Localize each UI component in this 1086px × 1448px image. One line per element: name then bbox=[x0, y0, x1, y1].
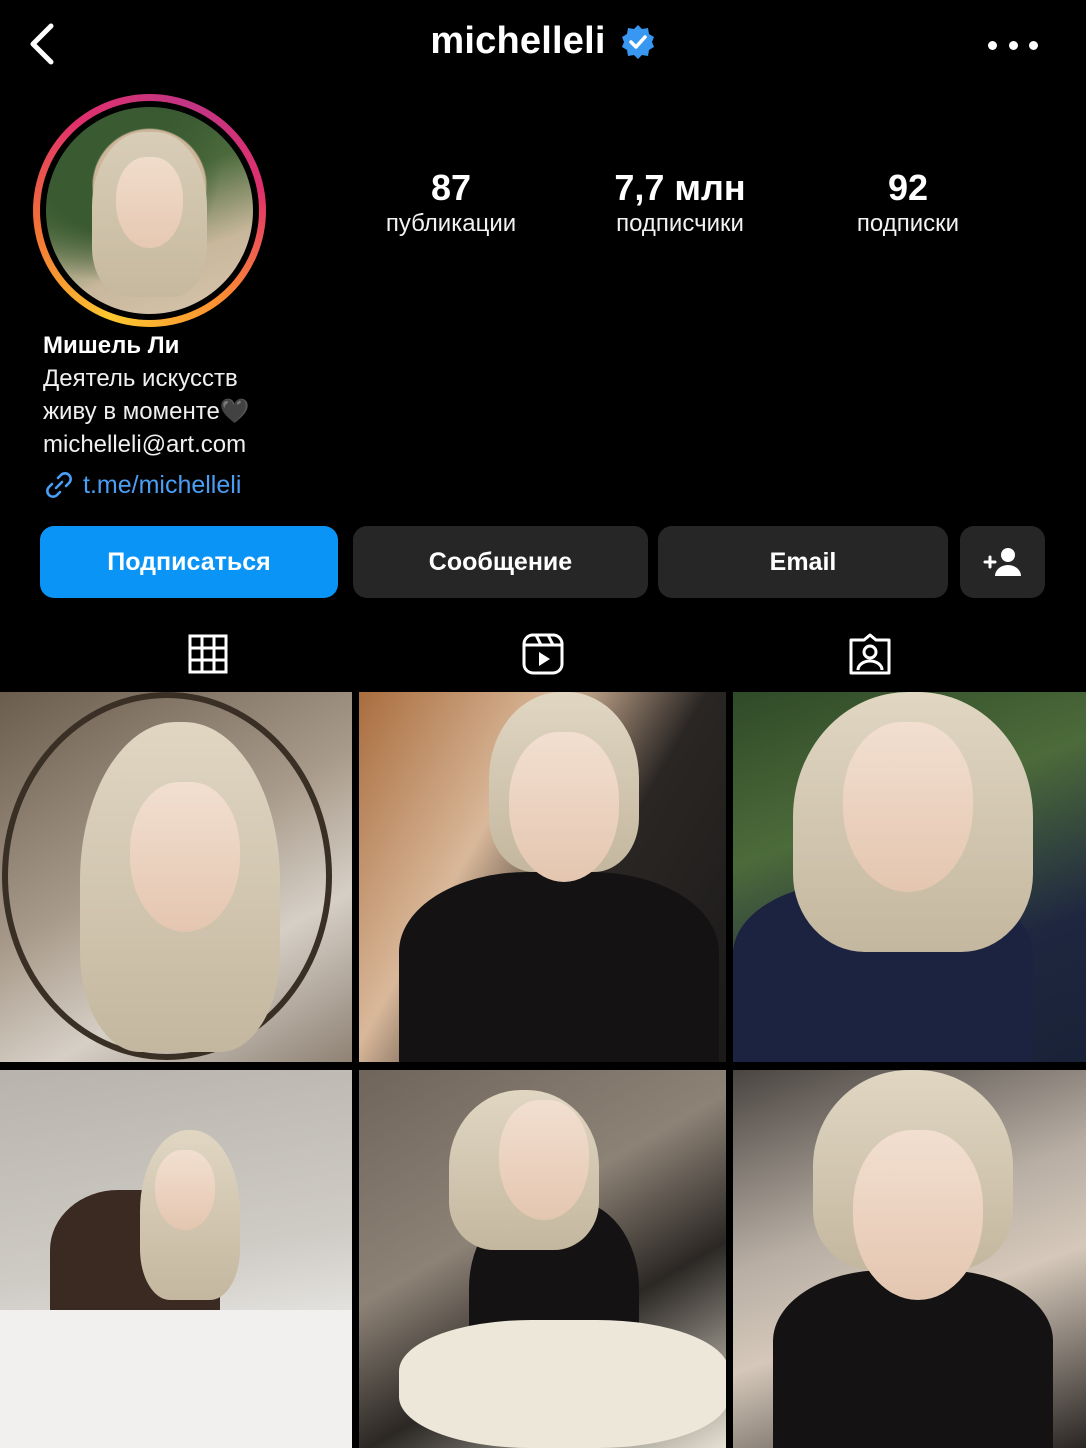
message-button[interactable]: Сообщение bbox=[353, 526, 648, 598]
post-thumbnail[interactable] bbox=[359, 692, 726, 1062]
post-thumbnail[interactable] bbox=[0, 1070, 352, 1448]
display-name: Мишель Ли bbox=[43, 332, 180, 359]
tagged-icon bbox=[849, 633, 891, 675]
profile-bio: Мишель Ли Деятель искусств живу в момент… bbox=[43, 330, 643, 502]
profile-page: michelleli 87 публикации 7,7 млн подписч… bbox=[0, 0, 1086, 1448]
posts-count-label: публикации bbox=[385, 210, 517, 237]
bio-text: живу в моменте🖤 bbox=[43, 398, 250, 425]
following-count[interactable]: 92 подписки bbox=[808, 168, 1008, 240]
avatar-story-ring[interactable] bbox=[33, 94, 266, 327]
more-options-button[interactable] bbox=[988, 28, 1038, 62]
profile-header: michelleli bbox=[0, 0, 1086, 90]
following-count-label: подписки bbox=[856, 210, 960, 237]
more-horizontal-icon bbox=[988, 40, 997, 50]
post-thumbnail[interactable] bbox=[733, 1070, 1086, 1448]
posts-count[interactable]: 87 публикации bbox=[351, 168, 551, 240]
avatar bbox=[46, 107, 253, 314]
follow-button-label: Подписаться bbox=[107, 547, 271, 576]
grid-icon bbox=[188, 634, 228, 674]
email-button-label: Email bbox=[769, 547, 837, 576]
post-thumbnail[interactable] bbox=[359, 1070, 726, 1448]
email-button[interactable]: Email bbox=[658, 526, 948, 598]
post-thumbnail[interactable] bbox=[733, 692, 1086, 1062]
bio-email[interactable]: michelleli@art.com bbox=[43, 428, 643, 461]
add-user-icon bbox=[983, 548, 1021, 576]
username: michelleli bbox=[430, 20, 606, 62]
message-button-label: Сообщение bbox=[428, 547, 573, 576]
tab-reels[interactable] bbox=[513, 626, 573, 682]
bio-category: Деятель искусств bbox=[43, 365, 238, 392]
reels-icon bbox=[522, 633, 564, 675]
header-title: michelleli bbox=[0, 20, 1086, 63]
bio-link-text: t.me/michelleli bbox=[83, 471, 242, 499]
link-icon bbox=[46, 472, 72, 498]
followers-count-value: 7,7 млн bbox=[614, 167, 746, 208]
following-count-value: 92 bbox=[887, 167, 929, 208]
post-thumbnail[interactable] bbox=[0, 692, 352, 1062]
tab-posts-grid[interactable] bbox=[178, 626, 238, 682]
bio-link[interactable]: t.me/michelleli bbox=[43, 468, 643, 502]
followers-count-label: подписчики bbox=[616, 210, 744, 237]
follow-button[interactable]: Подписаться bbox=[40, 526, 338, 598]
followers-count[interactable]: 7,7 млн подписчики bbox=[580, 168, 780, 240]
posts-count-value: 87 bbox=[430, 167, 472, 208]
tab-tagged[interactable] bbox=[840, 626, 900, 682]
verified-badge-icon bbox=[621, 24, 654, 59]
suggested-users-button[interactable] bbox=[960, 526, 1045, 598]
